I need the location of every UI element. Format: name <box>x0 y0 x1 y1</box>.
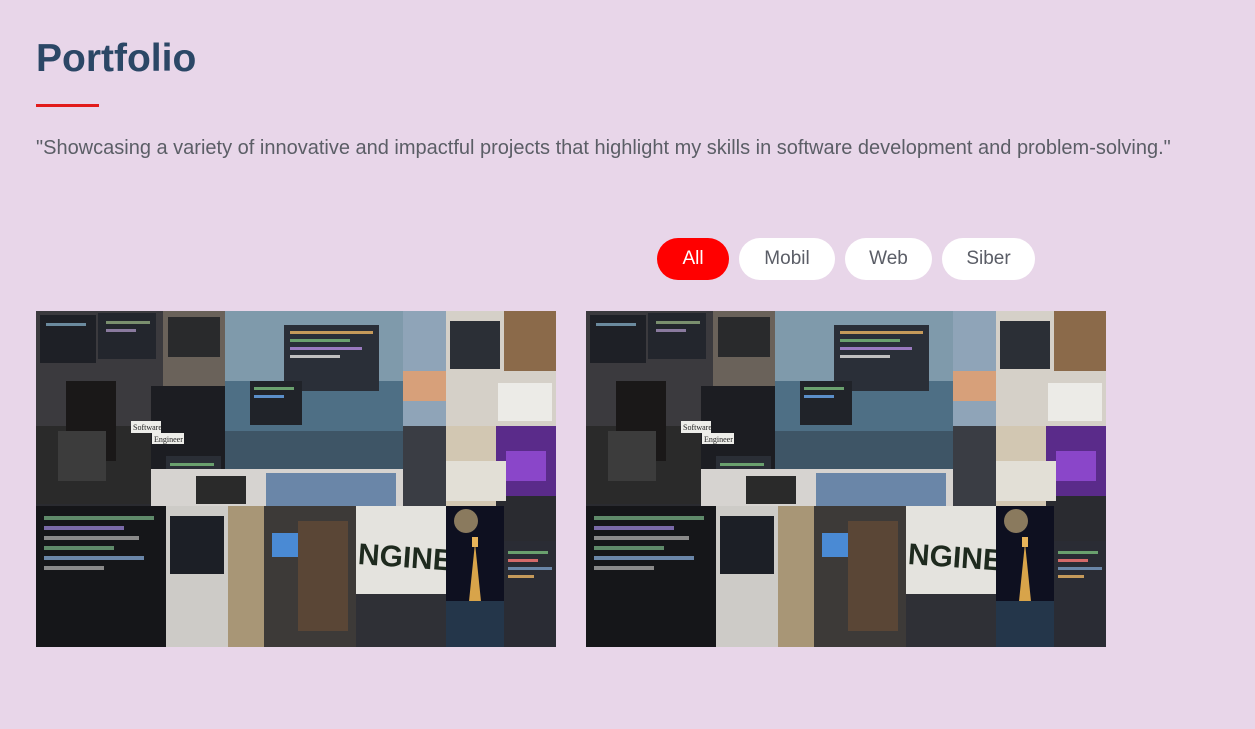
project-image: Software Engineer NGINEER <box>586 311 1106 647</box>
svg-text:Software: Software <box>133 423 162 432</box>
project-card[interactable]: Software Engineer NGINEER <box>586 311 1106 647</box>
filter-mobil-button[interactable]: Mobil <box>739 238 835 280</box>
project-image: Software Engineer NGINEER <box>36 311 556 647</box>
page-title: Portfolio <box>36 37 197 80</box>
title-underline <box>36 104 99 107</box>
svg-text:Engineer: Engineer <box>704 435 733 444</box>
portfolio-subtitle: "Showcasing a variety of innovative and … <box>36 137 1171 159</box>
project-card[interactable]: Software Engineer NGINEER <box>36 311 556 647</box>
filter-siber-button[interactable]: Siber <box>942 238 1035 280</box>
filter-all-button[interactable]: All <box>657 238 729 280</box>
svg-text:Engineer: Engineer <box>154 435 183 444</box>
filter-web-button[interactable]: Web <box>845 238 932 280</box>
svg-text:Software: Software <box>683 423 712 432</box>
